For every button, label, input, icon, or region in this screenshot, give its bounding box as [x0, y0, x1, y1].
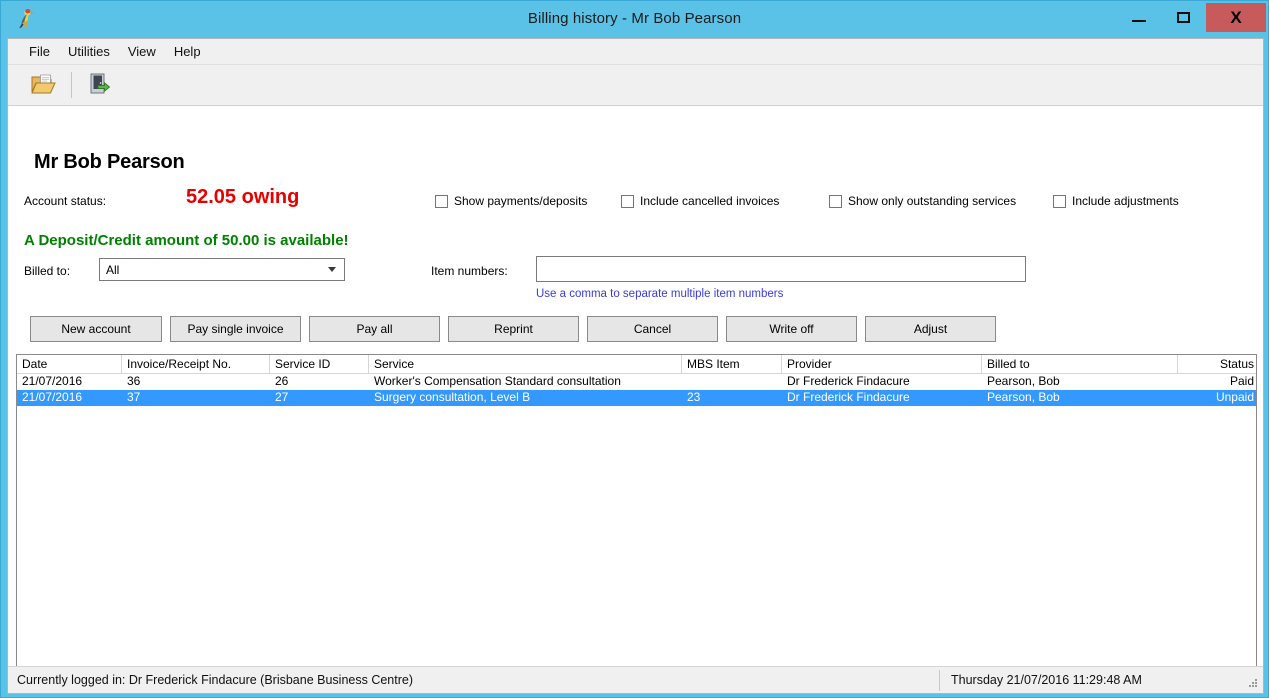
close-button[interactable]: X	[1206, 3, 1266, 32]
logged-in-status: Currently logged in: Dr Frederick Findac…	[17, 673, 413, 687]
application-window: Billing history - Mr Bob Pearson X File …	[0, 0, 1269, 698]
column-header-status[interactable]: Status	[1178, 355, 1256, 373]
cell-invoice-receipt-no: 37	[127, 390, 141, 404]
maximize-button[interactable]	[1161, 3, 1206, 32]
cell-mbs-item	[682, 374, 782, 390]
column-header-billed-to[interactable]: Billed to	[982, 355, 1178, 373]
column-header-provider[interactable]: Provider	[782, 355, 982, 373]
open-folder-button[interactable]	[24, 68, 64, 102]
cell-invoice-receipt-no: 36	[127, 374, 141, 388]
column-header-service[interactable]: Service	[369, 355, 682, 373]
menu-item-file[interactable]: File	[20, 41, 59, 62]
pay-single-invoice-button[interactable]: Pay single invoice	[170, 316, 301, 342]
minimize-button[interactable]	[1116, 3, 1161, 32]
account-status-value: 52.05 owing	[186, 186, 300, 208]
menu-item-view[interactable]: View	[119, 41, 165, 62]
cell-status: Unpaid	[1215, 390, 1254, 404]
toolbar	[8, 65, 1263, 106]
checkbox-show-payments-deposits[interactable]: Show payments/deposits	[435, 194, 587, 208]
checkbox-box	[621, 194, 634, 208]
billed-to-select[interactable]: All	[99, 258, 345, 281]
title-bar: Billing history - Mr Bob Pearson X	[1, 1, 1268, 41]
billed-to-label: Billed to:	[24, 264, 71, 278]
maximize-icon	[1177, 12, 1190, 23]
item-numbers-hint: Use a comma to separate multiple item nu…	[536, 288, 784, 300]
billed-to-value: All	[106, 262, 120, 277]
item-numbers-input[interactable]	[536, 256, 1026, 282]
checkbox-show-only-outstanding-services[interactable]: Show only outstanding services	[829, 194, 1016, 208]
status-bar: Currently logged in: Dr Frederick Findac…	[8, 666, 1263, 693]
cell-service-id: 26	[275, 374, 289, 388]
action-button-row: New account Pay single invoice Pay all R…	[30, 316, 1004, 342]
datetime-status: Thursday 21/07/2016 11:29:48 AM	[951, 673, 1142, 687]
checkbox-box	[1053, 194, 1066, 208]
exit-door-icon	[86, 71, 112, 100]
menu-bar: File Utilities View Help	[8, 39, 1263, 65]
cell-service-id: 27	[275, 390, 289, 404]
deposit-credit-message: A Deposit/Credit amount of 50.00 is avai…	[24, 232, 349, 249]
checkbox-include-cancelled-invoices[interactable]: Include cancelled invoices	[621, 194, 779, 208]
item-numbers-label: Item numbers:	[431, 264, 508, 278]
exit-button[interactable]	[79, 68, 119, 102]
column-header-mbs-item[interactable]: MBS Item	[682, 355, 782, 373]
checkbox-label: Show only outstanding services	[848, 194, 1017, 208]
page-title: Mr Bob Pearson	[34, 151, 185, 173]
billing-history-table: Date Invoice/Receipt No. Service ID Serv…	[16, 354, 1257, 676]
window-controls: X	[1116, 3, 1266, 32]
table-row[interactable]: 21/07/2016 36 26 Worker's Compensation S…	[17, 374, 1256, 390]
open-folder-icon	[30, 71, 58, 100]
checkbox-label: Include adjustments	[1072, 194, 1179, 208]
pay-all-button[interactable]: Pay all	[309, 316, 440, 342]
menu-item-utilities[interactable]: Utilities	[59, 41, 119, 62]
chevron-down-icon	[328, 267, 336, 272]
menu-item-help[interactable]: Help	[165, 41, 210, 62]
checkbox-label: Include cancelled invoices	[640, 194, 780, 208]
checkbox-label: Show payments/deposits	[454, 194, 588, 208]
cell-mbs-item: 23	[687, 390, 701, 404]
column-header-invoice-receipt-no[interactable]: Invoice/Receipt No.	[122, 355, 270, 373]
cell-provider: Dr Frederick Findacure	[787, 374, 910, 388]
toolbar-separator	[71, 72, 72, 98]
cell-date: 21/07/2016	[22, 390, 83, 404]
cell-service: Worker's Compensation Standard consultat…	[374, 374, 621, 388]
window-title: Billing history - Mr Bob Pearson	[527, 10, 742, 27]
cell-billed-to: Pearson, Bob	[987, 390, 1060, 404]
adjust-button[interactable]: Adjust	[865, 316, 996, 342]
minimize-icon	[1131, 19, 1146, 22]
new-account-button[interactable]: New account	[30, 316, 162, 342]
column-header-service-id[interactable]: Service ID	[270, 355, 369, 373]
cell-provider: Dr Frederick Findacure	[787, 390, 910, 404]
cell-date: 21/07/2016	[22, 374, 83, 388]
status-divider	[939, 670, 940, 691]
checkbox-box	[829, 194, 842, 208]
table-row[interactable]: 21/07/2016 37 27 Surgery consultation, L…	[17, 390, 1256, 406]
content-panel: Mr Bob Pearson Account status: 52.05 owi…	[8, 106, 1263, 693]
checkbox-box	[435, 194, 448, 208]
table-header-row: Date Invoice/Receipt No. Service ID Serv…	[17, 355, 1256, 374]
checkbox-include-adjustments[interactable]: Include adjustments	[1053, 194, 1179, 208]
cancel-button[interactable]: Cancel	[587, 316, 718, 342]
client-area: File Utilities View Help Mr Bob Pearson …	[7, 38, 1264, 694]
cell-billed-to: Pearson, Bob	[987, 374, 1060, 388]
resize-grip-icon[interactable]	[1246, 677, 1258, 689]
cell-status: Paid	[1229, 374, 1254, 388]
write-off-button[interactable]: Write off	[726, 316, 857, 342]
reprint-button[interactable]: Reprint	[448, 316, 579, 342]
account-status-label: Account status:	[24, 194, 107, 208]
cell-service: Surgery consultation, Level B	[374, 390, 531, 404]
column-header-date[interactable]: Date	[17, 355, 122, 373]
